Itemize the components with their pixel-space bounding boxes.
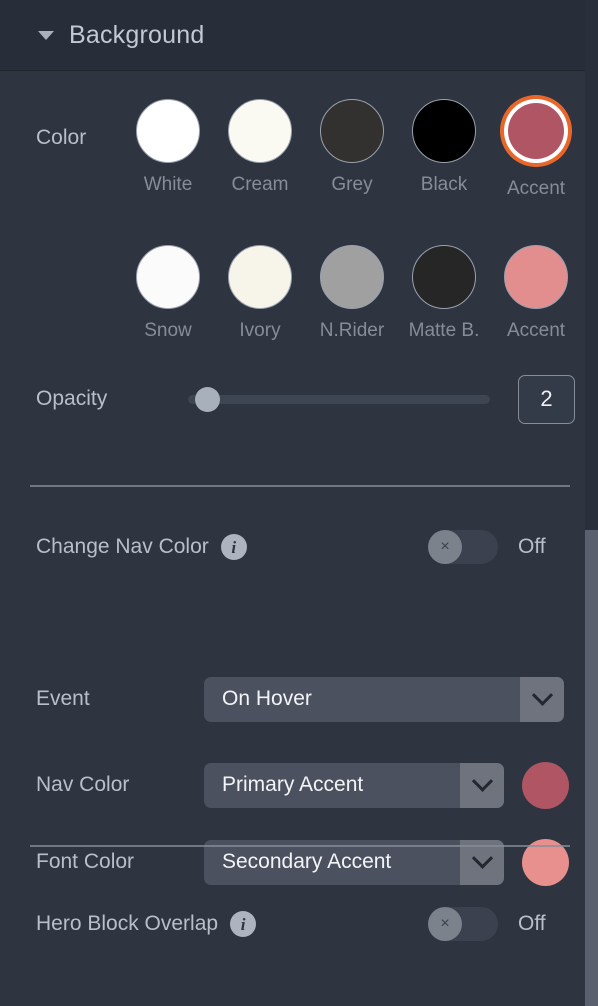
swatch-ring-matte-black (412, 245, 476, 309)
chevron-down-icon[interactable] (38, 30, 54, 40)
swatch-accent-primary[interactable]: Accent (490, 71, 582, 200)
opacity-slider-track[interactable] (188, 395, 490, 404)
nav-color-row: Nav Color Primary Accent (0, 759, 598, 811)
swatch-label-accent: Accent (506, 178, 566, 199)
color-swatch-row-2: Snow Ivory N.Rider Matte B. Accent (0, 217, 598, 363)
swatch-matte-black[interactable]: Matte B. (398, 217, 490, 342)
panel-scrollbar-track[interactable] (585, 0, 598, 1006)
swatch-ring-ivory (228, 245, 292, 309)
panel-content: Color White Cream Grey Black Accent Snow… (0, 71, 598, 1006)
swatch-ring-black (412, 99, 476, 163)
swatch-cells-row-2: Snow Ivory N.Rider Matte B. Accent (118, 217, 598, 342)
change-nav-color-row: Change Nav Color i × Off (0, 518, 598, 576)
opacity-slider[interactable] (188, 387, 490, 412)
opacity-label: Opacity (36, 387, 108, 410)
swatch-label-cream: Cream (231, 174, 289, 195)
divider-1 (30, 485, 570, 487)
info-icon[interactable]: i (220, 534, 247, 560)
page-title: Background (69, 20, 205, 49)
opacity-slider-handle[interactable] (195, 387, 220, 412)
swatch-selection-indicator (504, 99, 568, 163)
swatch-dot-ivory (228, 245, 292, 309)
chevron-down-icon[interactable] (520, 676, 564, 722)
background-settings-panel: Background Color White Cream Grey Black … (0, 0, 598, 1006)
swatch-dot-snow (136, 245, 200, 309)
nav-color-preview-swatch[interactable] (522, 761, 569, 809)
swatch-label-accent-secondary: Accent (506, 320, 566, 341)
hero-block-overlap-toggle[interactable]: × (428, 907, 498, 941)
color-label: Color (36, 126, 87, 149)
swatch-dot-cream (228, 99, 292, 163)
swatch-label-white: White (143, 174, 193, 195)
swatch-dot-accent (508, 103, 564, 159)
panel-scrollbar-thumb[interactable] (585, 530, 598, 1006)
close-icon: × (428, 907, 462, 941)
nav-color-select-value: Primary Accent (222, 773, 364, 796)
swatch-dot-black (412, 99, 476, 163)
color-swatch-row-1: Color White Cream Grey Black Accent (0, 71, 598, 217)
swatch-ring-snow (136, 245, 200, 309)
event-select[interactable]: On Hover (204, 676, 564, 722)
change-nav-color-toggle[interactable]: × (428, 530, 498, 564)
swatch-ring-cream (228, 99, 292, 163)
hero-block-overlap-label-group: Hero Block Overlap i (36, 911, 257, 937)
font-color-row: Font Color Secondary Accent (0, 836, 598, 888)
opacity-value-input[interactable]: 2 (518, 374, 575, 424)
info-icon[interactable]: i (230, 911, 257, 937)
swatch-cream[interactable]: Cream (214, 71, 306, 200)
swatch-label-nrider: N.Rider (319, 320, 385, 341)
swatch-label-ivory: Ivory (239, 320, 281, 341)
swatch-ring-accent-selected (500, 95, 572, 167)
change-nav-color-state: Off (518, 535, 546, 558)
swatch-nrider[interactable]: N.Rider (306, 217, 398, 342)
hero-block-overlap-label: Hero Block Overlap (36, 912, 219, 935)
event-row: Event On Hover (0, 673, 598, 725)
swatch-cells-row-1: White Cream Grey Black Accent (118, 71, 598, 200)
swatch-label-matte-black: Matte B. (408, 320, 480, 341)
swatch-label-black: Black (420, 174, 468, 195)
swatch-dot-accent-secondary (504, 245, 568, 309)
swatch-dot-grey (320, 99, 384, 163)
swatch-snow[interactable]: Snow (122, 217, 214, 342)
chevron-down-icon[interactable] (460, 762, 504, 808)
swatch-label-grey: Grey (331, 174, 373, 195)
event-select-value: On Hover (222, 687, 312, 710)
change-nav-color-label: Change Nav Color (36, 535, 209, 558)
swatch-ring-grey (320, 99, 384, 163)
swatch-dot-nrider (320, 245, 384, 309)
event-label: Event (36, 687, 90, 710)
swatch-accent-secondary[interactable]: Accent (490, 217, 582, 342)
swatch-ring-accent-secondary (504, 245, 568, 309)
swatch-ring-white (136, 99, 200, 163)
color-swatch-block: Color White Cream Grey Black Accent Snow… (0, 71, 598, 363)
swatch-dot-white (136, 99, 200, 163)
hero-block-overlap-state: Off (518, 912, 546, 935)
swatch-ivory[interactable]: Ivory (214, 217, 306, 342)
swatch-ring-nrider (320, 245, 384, 309)
opacity-row: Opacity 2 (0, 363, 598, 435)
hero-block-overlap-toggle-group: × Off (428, 907, 546, 941)
change-nav-color-label-group: Change Nav Color i (36, 534, 247, 560)
font-color-label: Font Color (36, 850, 135, 873)
background-section-header[interactable]: Background (0, 0, 598, 71)
nav-color-select[interactable]: Primary Accent (204, 762, 504, 808)
swatch-grey[interactable]: Grey (306, 71, 398, 200)
divider-2 (30, 845, 570, 847)
swatch-black[interactable]: Black (398, 71, 490, 200)
hero-block-overlap-row: Hero Block Overlap i × Off (0, 895, 598, 953)
close-icon: × (428, 530, 462, 564)
swatch-label-snow: Snow (144, 320, 192, 341)
swatch-dot-matte-black (412, 245, 476, 309)
swatch-white[interactable]: White (122, 71, 214, 200)
change-nav-color-toggle-group: × Off (428, 530, 546, 564)
nav-color-label: Nav Color (36, 773, 130, 796)
